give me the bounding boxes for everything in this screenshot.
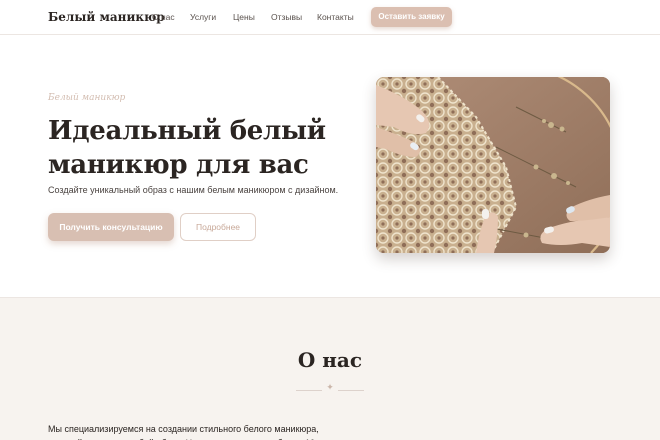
hero-eyebrow: Белый маникюр [48,93,126,103]
nav-link-contacts[interactable]: Контакты [317,12,354,22]
hero-image [376,77,610,253]
about-title: О нас [297,348,363,372]
divider-right [338,390,364,391]
site-header: Белый маникюр О нас Услуги Цены Отзывы К… [0,0,660,35]
hero-subtitle: Создайте уникальный образ с нашим белым … [48,185,339,195]
nav-link-reviews[interactable]: Отзывы [271,12,302,22]
more-info-button[interactable]: Подробнее [180,213,256,241]
get-consultation-button[interactable]: Получить консультацию [48,213,174,241]
nav-link-about[interactable]: О нас [152,12,175,22]
logo[interactable]: Белый маникюр [48,10,165,24]
about-section: О нас ✦ Мы специализируемся на создании … [0,297,660,440]
divider-left [296,390,322,391]
submit-request-button[interactable]: Оставить заявку [371,7,452,27]
hero-title: Идеальный белый маникюр для вас [48,116,326,180]
manicure-lace-photo [376,77,610,253]
sparkle-icon: ✦ [326,382,334,392]
nav-link-prices[interactable]: Цены [233,12,255,22]
hero-section: Белый маникюр Идеальный белый маникюр дл… [0,35,660,297]
about-text: Мы специализируемся на создании стильног… [48,424,332,440]
nav-link-services[interactable]: Услуги [190,12,216,22]
